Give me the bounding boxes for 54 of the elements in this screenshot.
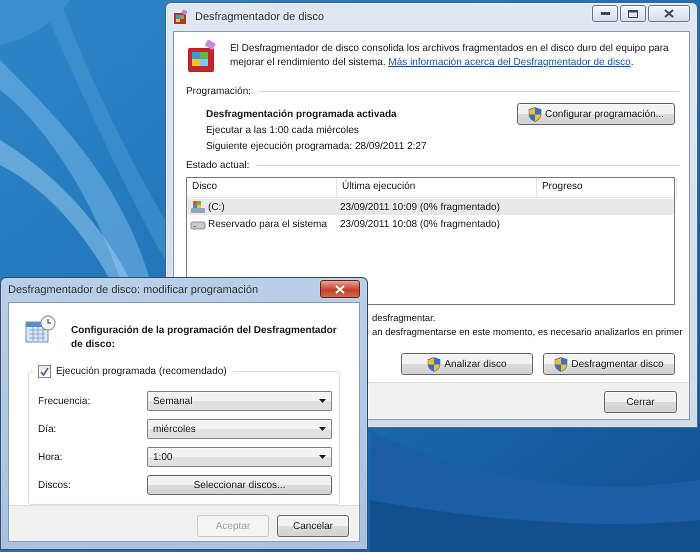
shield-icon (554, 356, 568, 372)
column-header[interactable]: Última ejecución (337, 178, 537, 197)
schedule-text: Ejecutar a las 1:00 cada miércoles (206, 125, 360, 136)
dropdown[interactable]: Semanal (147, 391, 332, 411)
minimize-button[interactable] (592, 5, 618, 22)
calendar-clock-icon (25, 315, 57, 343)
close-icon (335, 284, 345, 294)
checkbox[interactable] (38, 365, 51, 378)
info-text: desfragmentar. (372, 313, 436, 325)
dialog-title: Desfragmentador de disco: modificar programación (8, 284, 260, 296)
dialog-button[interactable]: Cancelar (277, 515, 349, 537)
dropdown[interactable]: 1:00 (147, 447, 332, 467)
field-label: Hora: (38, 452, 62, 462)
checkbox-label[interactable]: Ejecución programada (recomendado) (56, 366, 227, 377)
dropdown-arrow-icon (319, 427, 326, 431)
field-label: Discos: (38, 480, 71, 490)
shield-icon (427, 356, 442, 372)
description-text: El Desfragmentador de disco consolida los archivos fragmentados en el disco duro del equipo para mejorar el rendimiento del sistema. Más información acerca del Desfragmentador de disco. (230, 42, 670, 70)
disk-row[interactable]: (C:) 23/09/2011 10:09 (0% fragmentado) (187, 199, 674, 215)
field-label: Día: (38, 424, 56, 434)
column-header[interactable]: Disco (187, 178, 337, 197)
checkmark-icon (40, 367, 49, 376)
next-run-text: Siguiente ejecución programada: 28/09/2011 2:27 (206, 141, 427, 152)
configure-schedule-button[interactable]: Configurar programación... (517, 103, 675, 125)
defragmenter-icon (173, 9, 189, 25)
action-button[interactable]: Desfragmentar disco (543, 353, 675, 375)
dropdown[interactable]: miércoles (147, 419, 332, 439)
table-cell: (C:) (187, 200, 337, 214)
close-dialog-button[interactable]: Cerrar (604, 391, 677, 413)
close-icon (664, 9, 674, 18)
dropdown-arrow-icon (319, 455, 326, 459)
section-heading: Programación: (186, 86, 252, 97)
window-title: Desfragmentador de disco (195, 11, 326, 23)
field-label: Frecuencia: (38, 396, 90, 406)
shield-icon (528, 106, 542, 122)
table-cell: Reservado para el sistema (187, 217, 337, 231)
maximize-button[interactable] (620, 5, 646, 22)
minimize-icon (600, 12, 610, 15)
close-button[interactable] (648, 5, 690, 22)
more-info-link[interactable]: Más información acerca del Desfragmentador de disco (388, 57, 631, 68)
info-text: an desfragmentarse en este momento, es necesario analizarlos en primer (372, 327, 682, 339)
schedule-status: Desfragmentación programada activada (206, 109, 398, 120)
table-cell-text: 23/09/2011 10:08 (0% fragmentado) (339, 218, 501, 230)
table-cell-text: 23/09/2011 10:09 (0% fragmentado) (339, 202, 501, 212)
close-button[interactable] (320, 280, 360, 298)
maximize-icon (628, 10, 638, 18)
disk-row[interactable]: Reservado para el sistema 23/09/2011 10:08 (0% fragmentado) (187, 216, 674, 232)
column-header[interactable]: Progreso (537, 178, 677, 197)
select-disks-button[interactable]: Seleccionar discos... (147, 475, 332, 495)
action-button[interactable]: Analizar disco (401, 353, 533, 375)
dropdown-arrow-icon (319, 399, 326, 403)
section-heading: Estado actual: (186, 160, 250, 171)
system-drive-icon (190, 200, 206, 214)
dialog-heading: Configuración de la programación del Desfragmentador de disco: (71, 324, 338, 352)
